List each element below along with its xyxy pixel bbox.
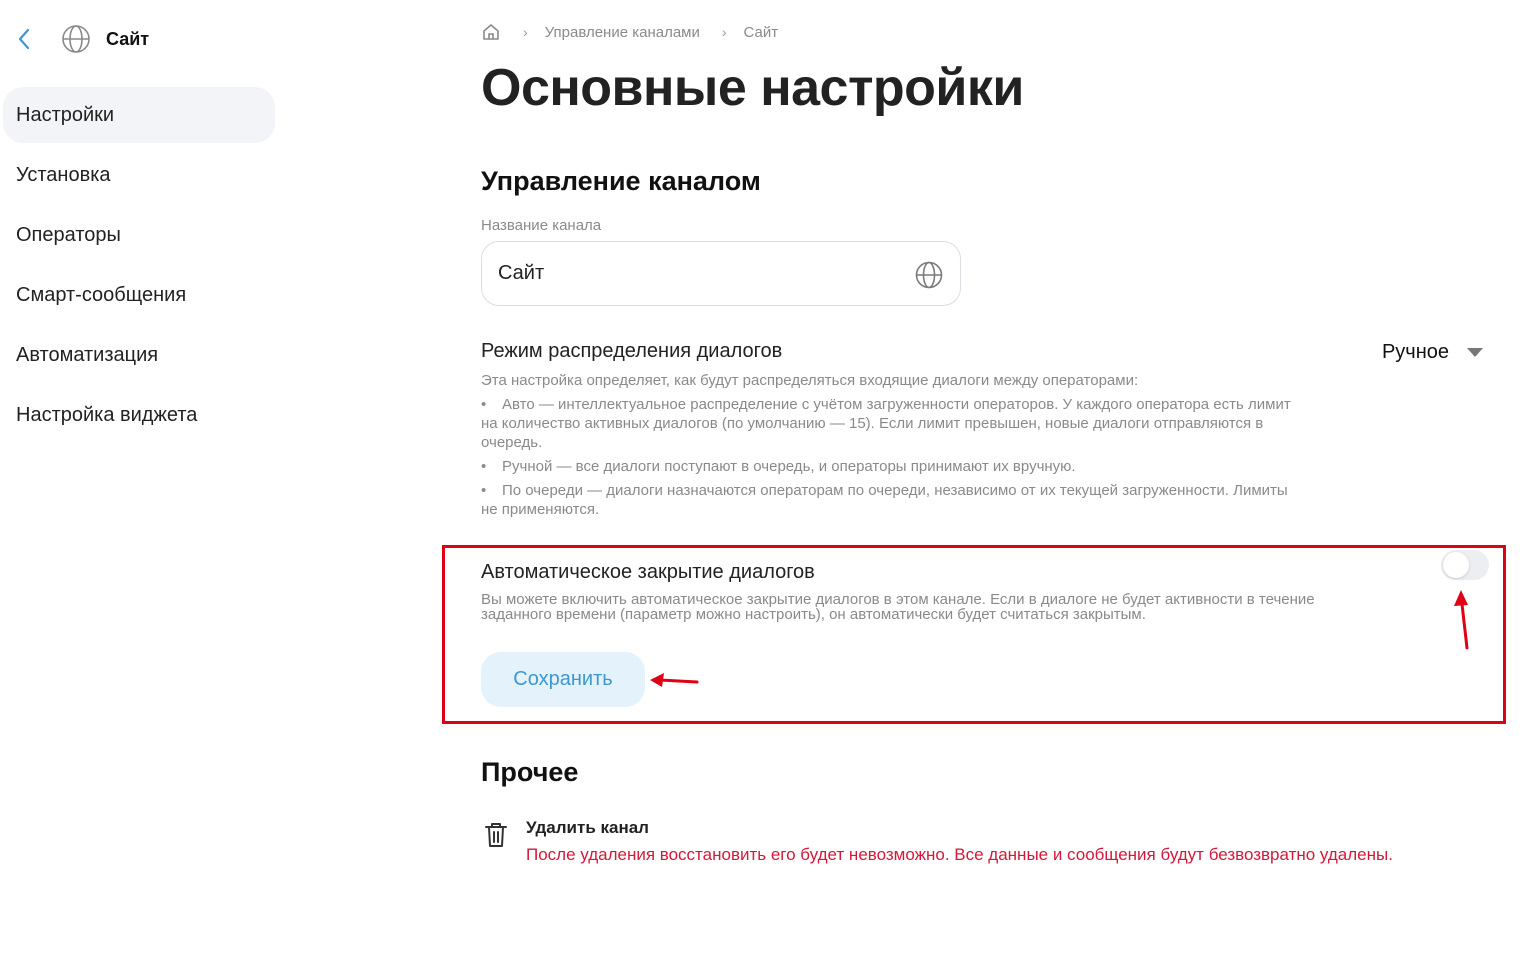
breadcrumb-channels[interactable]: Управление каналами	[545, 24, 700, 41]
distribution-mode-select[interactable]: Ручное	[1382, 338, 1483, 366]
channel-section-title: Управление каналом	[481, 166, 761, 196]
sidebar-item-settings[interactable]: Настройки	[3, 87, 275, 143]
delete-channel-row: Удалить канал После удаления восстановит…	[481, 818, 1441, 867]
distribution-mode-title: Режим распределения диалогов	[481, 340, 783, 362]
channel-name-input[interactable]	[498, 262, 898, 285]
sidebar: Сайт Настройки Установка Операторы Смарт…	[0, 0, 290, 960]
chevron-down-icon	[1467, 347, 1483, 357]
auto-close-title: Автоматическое закрытие диалогов	[481, 561, 815, 583]
delete-warning: После удаления восстановить его будет не…	[526, 845, 1393, 864]
page-title: Основные настройки	[481, 59, 1024, 117]
chevron-right-icon: ›	[721, 24, 727, 40]
auto-close-description: Вы можете включить автоматическое закрыт…	[481, 591, 1315, 623]
channel-name-label: Название канала	[481, 217, 602, 234]
home-icon[interactable]	[481, 22, 501, 42]
distribution-intro: Эта настройка определяет, как будут расп…	[481, 372, 1139, 389]
back-button[interactable]	[12, 20, 36, 58]
annotation-arrow-icon	[650, 673, 699, 687]
auto-close-toggle[interactable]	[1441, 550, 1489, 580]
sidebar-item-installation[interactable]: Установка	[3, 147, 275, 203]
distribution-mode-value: Ручное	[1381, 340, 1449, 363]
list-item: • Ручной — все диалоги поступают в очеред…	[481, 458, 1076, 475]
toggle-knob	[1443, 552, 1469, 578]
trash-icon[interactable]	[481, 820, 511, 850]
breadcrumb: › Управление каналами › Сайт	[481, 20, 778, 44]
channel-name-field[interactable]	[481, 241, 961, 306]
distribution-description: Эта настройка определяет, как будут расп…	[481, 371, 1291, 519]
breadcrumb-current: Сайт	[743, 23, 779, 41]
save-button[interactable]: Сохранить	[481, 652, 645, 707]
globe-icon	[915, 261, 943, 289]
delete-channel-text: Удалить канал После удаления восстановит…	[526, 818, 1406, 867]
sidebar-title: Сайт	[106, 28, 150, 49]
sidebar-header: Сайт	[12, 20, 149, 58]
sidebar-item-operators[interactable]: Операторы	[3, 207, 275, 263]
back-arrow-icon	[18, 28, 30, 50]
sidebar-item-automation[interactable]: Автоматизация	[3, 327, 275, 383]
sidebar-nav: Настройки Установка Операторы Смарт-сооб…	[3, 87, 275, 447]
list-item: • Авто — интеллектуальное распределение с…	[481, 396, 1291, 451]
sidebar-item-widget-settings[interactable]: Настройка виджета	[3, 387, 275, 443]
sidebar-item-smart-messages[interactable]: Смарт-сообщения	[3, 267, 275, 323]
delete-channel-button[interactable]: Удалить канал	[526, 818, 1406, 838]
chevron-right-icon: ›	[523, 24, 528, 40]
other-section-title: Прочее	[481, 757, 579, 787]
globe-icon	[60, 23, 92, 55]
annotation-arrow-icon	[1454, 590, 1469, 650]
list-item: • По очереди — диалоги назначаются операт…	[481, 482, 1288, 518]
distribution-options: • Авто — интеллектуальное распределение с…	[481, 395, 1291, 519]
